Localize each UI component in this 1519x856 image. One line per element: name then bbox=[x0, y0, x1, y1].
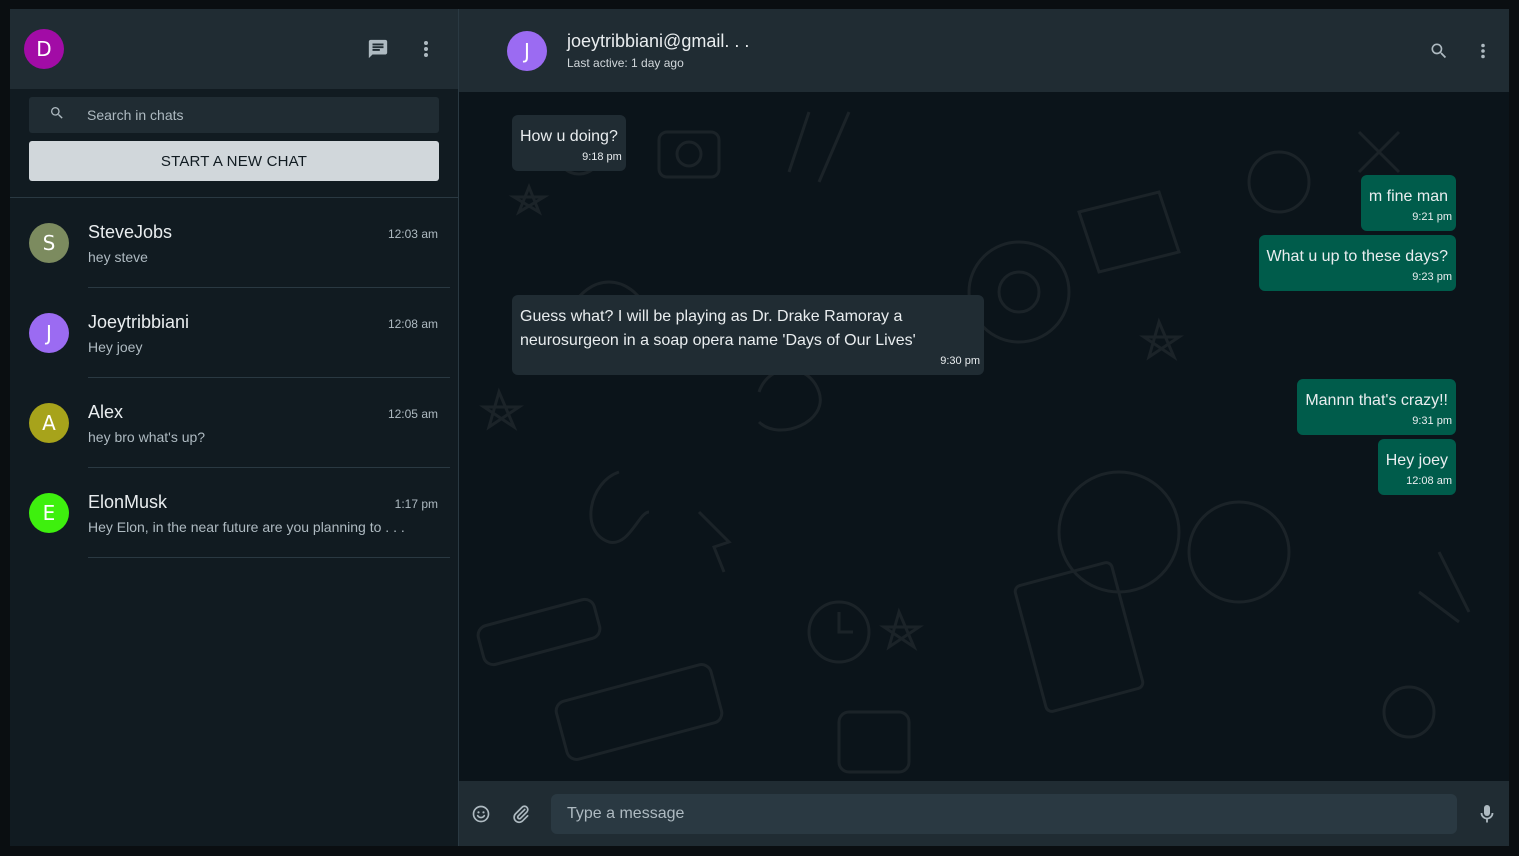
avatar: A bbox=[29, 403, 69, 443]
chat-list-item[interactable]: E ElonMusk Hey Elon, in the near future … bbox=[10, 468, 458, 558]
message-time: 12:08 am bbox=[1406, 475, 1452, 487]
user-avatar[interactable]: D bbox=[24, 29, 64, 69]
contact-name: joeytribbiani@gmail. . . bbox=[567, 31, 750, 51]
mic-icon[interactable] bbox=[1475, 802, 1499, 826]
sidebar-header: D bbox=[10, 9, 458, 89]
chat-time: 12:03 am bbox=[387, 227, 438, 241]
message-time: 9:30 pm bbox=[940, 355, 980, 367]
search-icon bbox=[49, 105, 65, 126]
message-composer bbox=[459, 781, 1509, 846]
chat-list-item[interactable]: J Joeytribbiani Hey joey 12:08 am bbox=[10, 288, 458, 378]
message-bubble-incoming[interactable]: How u doing? 9:18 pm bbox=[512, 115, 626, 171]
message-bubble-outgoing[interactable]: m fine man 9:21 pm bbox=[1360, 175, 1456, 231]
message-text: m fine man bbox=[1368, 188, 1448, 205]
chat-item-body: Alex hey bro what's up? 12:05 am bbox=[88, 378, 450, 468]
avatar-initial: E bbox=[42, 501, 56, 525]
chat-name: Alex bbox=[88, 402, 124, 422]
message-time: 9:31 pm bbox=[1412, 415, 1452, 427]
search-area: START A NEW CHAT bbox=[10, 89, 458, 198]
menu-dots-icon[interactable] bbox=[1471, 37, 1495, 65]
sidebar-header-icons bbox=[366, 35, 438, 63]
conversation-header-icons bbox=[1427, 37, 1495, 65]
message-input[interactable] bbox=[551, 794, 1457, 834]
chat-name: Joeytribbiani bbox=[88, 312, 190, 332]
chat-item-body: ElonMusk Hey Elon, in the near future ar… bbox=[88, 468, 450, 558]
avatar-initial: S bbox=[42, 231, 56, 255]
chat-preview: Hey Elon, in the near future are you pla… bbox=[88, 519, 405, 535]
menu-dots-icon[interactable] bbox=[414, 35, 438, 63]
message-bubble-outgoing[interactable]: Mannn that's crazy!! 9:31 pm bbox=[1297, 379, 1456, 435]
chat-name: ElonMusk bbox=[88, 492, 168, 512]
contact-status: Last active: 1 day ago bbox=[567, 56, 684, 70]
avatar-initial: A bbox=[42, 411, 56, 435]
chat-preview: hey bro what's up? bbox=[88, 429, 206, 445]
chat-list-item[interactable]: S SteveJobs hey steve 12:03 am bbox=[10, 198, 458, 288]
message-bubble-incoming[interactable]: Guess what? I will be playing as Dr. Dra… bbox=[512, 295, 984, 375]
chat-item-body: SteveJobs hey steve 12:03 am bbox=[88, 198, 450, 288]
contact-avatar[interactable]: J bbox=[507, 30, 547, 71]
conversation-panel: J joeytribbiani@gmail. . . Last active: … bbox=[459, 9, 1509, 846]
search-icon[interactable] bbox=[1427, 37, 1451, 65]
chat-list: S SteveJobs hey steve 12:03 am J Joeytri… bbox=[10, 198, 458, 846]
message-time: 9:21 pm bbox=[1412, 211, 1452, 223]
chat-preview: hey steve bbox=[88, 249, 148, 265]
message-text: How u doing? bbox=[520, 128, 618, 145]
chat-list-item[interactable]: A Alex hey bro what's up? 12:05 am bbox=[10, 378, 458, 468]
message-text: What u up to these days? bbox=[1266, 248, 1448, 265]
chat-item-body: Joeytribbiani Hey joey 12:08 am bbox=[88, 288, 450, 378]
chat-app: D START A NEW CHAT S bbox=[10, 9, 1509, 846]
avatar-initial: J bbox=[46, 321, 52, 345]
message-area[interactable]: How u doing? 9:18 pm m fine man 9:21 pm … bbox=[459, 92, 1509, 781]
message-bubble-outgoing[interactable]: Hey joey 12:08 am bbox=[1377, 439, 1456, 495]
message-text: Mannn that's crazy!! bbox=[1305, 392, 1448, 409]
avatar: E bbox=[29, 493, 69, 533]
sidebar: D START A NEW CHAT S bbox=[10, 9, 459, 846]
message-time: 9:23 pm bbox=[1412, 271, 1452, 283]
chat-time: 12:08 am bbox=[387, 317, 438, 331]
chat-name: SteveJobs bbox=[88, 222, 173, 242]
message-time: 9:18 pm bbox=[582, 151, 622, 163]
message-bubble-outgoing[interactable]: What u up to these days? 9:23 pm bbox=[1258, 235, 1456, 291]
user-avatar-initial: D bbox=[36, 37, 52, 61]
avatar: S bbox=[29, 223, 69, 263]
conversation-header: J joeytribbiani@gmail. . . Last active: … bbox=[459, 9, 1509, 92]
message-text: Guess what? I will be playing as Dr. Dra… bbox=[520, 308, 916, 349]
chat-time: 12:05 am bbox=[387, 407, 438, 421]
search-box bbox=[29, 97, 439, 133]
emoji-icon[interactable] bbox=[469, 802, 493, 826]
search-input[interactable] bbox=[87, 107, 387, 123]
contact-info[interactable]: joeytribbiani@gmail. . . Last active: 1 … bbox=[567, 31, 749, 70]
chat-icon[interactable] bbox=[366, 35, 390, 63]
start-new-chat-button[interactable]: START A NEW CHAT bbox=[29, 141, 439, 181]
avatar: J bbox=[29, 313, 69, 353]
doodle-wallpaper bbox=[476, 111, 1471, 774]
chat-preview: Hey joey bbox=[88, 339, 143, 355]
attach-icon[interactable] bbox=[509, 802, 533, 826]
chat-time: 1:17 pm bbox=[394, 497, 438, 511]
message-text: Hey joey bbox=[1385, 452, 1448, 469]
contact-avatar-initial: J bbox=[524, 38, 530, 63]
